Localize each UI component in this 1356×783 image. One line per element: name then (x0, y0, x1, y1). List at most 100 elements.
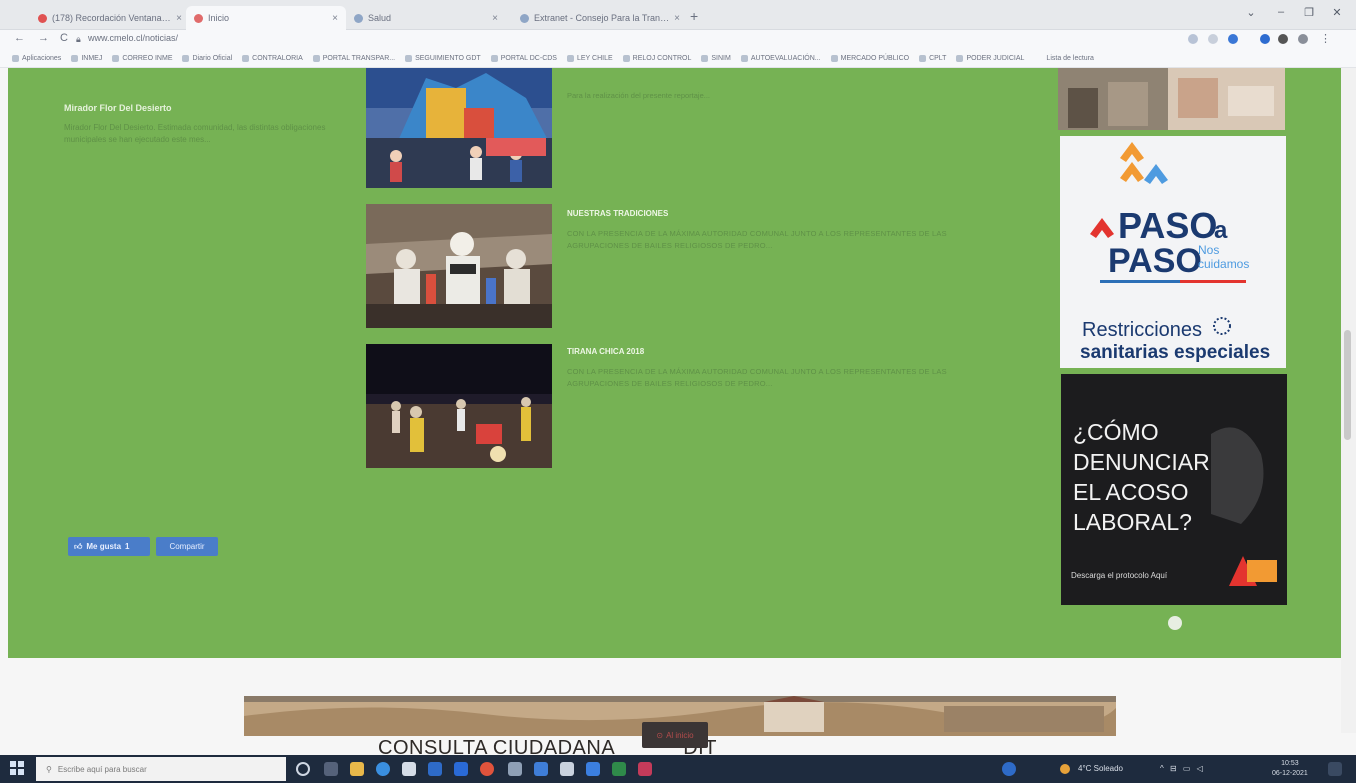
lock-icon: 🔒︎ (76, 34, 81, 44)
restricciones-line2: sanitarias especiales (1080, 342, 1270, 363)
reading-list-button[interactable]: Lista de lectura (1046, 55, 1093, 62)
bookmark-label: Diario Oficial (192, 55, 233, 62)
bookmark-item[interactable]: RELOJ CONTROL (622, 55, 691, 62)
bookmark-favicon-icon (956, 55, 964, 62)
excel-icon[interactable] (612, 762, 626, 776)
bookmark-item[interactable]: MERCADO PÚBLICO (830, 55, 909, 62)
browser-tab-active[interactable]: Inicio × (186, 6, 346, 30)
bookmark-favicon-icon (490, 55, 498, 62)
news-title[interactable]: NUESTRAS TRADICIONES (567, 209, 668, 218)
outlook-icon[interactable] (428, 762, 442, 776)
bookmark-favicon-icon (919, 55, 927, 62)
reload-icon[interactable]: C (60, 32, 68, 44)
forward-icon[interactable]: → (38, 32, 49, 44)
carousel-dot[interactable] (1168, 616, 1182, 630)
mail-icon[interactable] (402, 762, 416, 776)
facebook-share-button[interactable]: Compartir (156, 537, 218, 556)
bookmark-item[interactable]: PODER JUDICIAL (956, 55, 1024, 62)
banner-acoso-laboral[interactable]: ¿CÓMO DENUNCIAR EL ACOSO LABORAL? Descar… (1061, 374, 1287, 605)
globe-icon (354, 13, 363, 23)
bookmark-label: INMEJ (81, 55, 103, 62)
puzzle-icon[interactable] (1278, 34, 1288, 44)
browser-tab[interactable]: (178) Recordación Ventanal - YouTube × (30, 6, 190, 30)
word-icon[interactable] (534, 762, 548, 776)
paso-a: a (1214, 217, 1228, 244)
windows-start-icon[interactable] (10, 761, 24, 775)
news-title[interactable]: TIRANA CHICA 2018 (567, 347, 644, 356)
restricciones-line1: Restricciones (1082, 319, 1202, 341)
restore-icon[interactable]: ❐ (1294, 6, 1324, 19)
sidebar-text: Mirador Flor Del Desierto. Estimada comu… (64, 123, 326, 144)
notifications-icon[interactable] (1328, 762, 1342, 776)
bookmark-favicon-icon (701, 55, 709, 62)
tray-app-icon[interactable] (1002, 762, 1016, 776)
bookmark-item[interactable]: CORREO INME (112, 55, 172, 62)
extension-icon[interactable] (1188, 34, 1198, 44)
bookmark-item[interactable]: PORTAL TRANSPAR... (312, 55, 395, 62)
bookmark-label: AUTOEVALUACIÓN... (750, 55, 821, 62)
menu-icon[interactable]: ⋮ (1320, 32, 1331, 45)
tab-title: (178) Recordación Ventanal - YouTube (52, 13, 171, 23)
app-icon[interactable] (638, 762, 652, 776)
bookmark-item[interactable]: PORTAL DC-CDS (490, 55, 557, 62)
browser-tab[interactable]: Salud × (346, 6, 506, 30)
star-icon[interactable] (1228, 34, 1238, 44)
scrollbar-thumb[interactable] (1344, 330, 1351, 440)
taskbar-search[interactable]: ⚲ Escribe aquí para buscar (36, 757, 286, 781)
bookmark-item[interactable]: Aplicaciones (12, 55, 61, 62)
bookmark-item[interactable]: CONTRALORIA (242, 55, 303, 62)
cortana-icon[interactable] (296, 762, 310, 776)
bookmark-item[interactable]: AUTOEVALUACIÓN... (740, 55, 821, 62)
browser-tab[interactable]: Extranet - Consejo Para la Transparencia… (512, 6, 688, 30)
bookmark-favicon-icon (830, 55, 838, 62)
clock-date: 06-12-2021 (1272, 770, 1308, 777)
close-tab-icon[interactable]: × (332, 13, 338, 24)
chrome-icon[interactable] (480, 762, 494, 776)
extension-icon[interactable] (1208, 34, 1218, 44)
weather-text[interactable]: 4°C Soleado (1078, 764, 1123, 773)
bookmark-favicon-icon (566, 55, 574, 62)
search-placeholder: Escribe aquí para buscar (57, 764, 147, 774)
minimize-icon[interactable]: – (1266, 6, 1296, 18)
edge-icon[interactable] (376, 762, 390, 776)
back-to-top-button[interactable]: ⊙ Al inicio (642, 722, 708, 748)
news-thumbnail[interactable] (366, 344, 552, 468)
close-tab-icon[interactable]: × (492, 13, 498, 24)
close-tab-icon[interactable]: × (674, 13, 680, 24)
bookmark-item[interactable]: SINIM (701, 55, 731, 62)
calculator-icon[interactable] (560, 762, 574, 776)
facebook-like-button[interactable]: 👍︎ Me gusta 1 (68, 537, 150, 556)
close-window-icon[interactable]: ✕ (1322, 6, 1352, 19)
news-thumbnail[interactable] (366, 68, 552, 188)
back-icon[interactable]: ← (14, 32, 25, 44)
banner-paso-a-paso[interactable]: PASO a PASO Nos cuidamos Restricciones s… (1060, 136, 1286, 368)
phone-icon[interactable] (454, 762, 468, 776)
banner-photo[interactable] (1058, 68, 1285, 130)
bookmark-label: SINIM (711, 55, 731, 62)
close-tab-icon[interactable]: × (176, 13, 182, 24)
app-icon[interactable] (586, 762, 600, 776)
profile-icon[interactable] (1298, 34, 1308, 44)
new-tab-icon[interactable]: + (690, 8, 698, 24)
bookmark-label: LEY CHILE (576, 55, 613, 62)
sidebar-title[interactable]: Mirador Flor Del Desierto (64, 103, 172, 113)
bookmark-item[interactable]: Diario Oficial (182, 55, 232, 62)
bookmark-item[interactable]: INMEJ (71, 55, 102, 62)
store-icon[interactable] (350, 762, 364, 776)
globe-icon (520, 13, 529, 23)
bookmark-item[interactable]: SEGUIMIENTO GDT (405, 55, 481, 62)
url-field[interactable]: www.cmelo.cl/noticias/ (88, 33, 178, 43)
clock[interactable]: 10:53 06-12-2021 (1272, 759, 1308, 779)
bookmark-favicon-icon (312, 55, 320, 62)
extension-icon[interactable] (1260, 34, 1270, 44)
app-icon[interactable] (508, 762, 522, 776)
system-tray-icons[interactable]: ^ ⊟ ▭ ◁ (1160, 764, 1205, 773)
windows-taskbar: ⚲ Escribe aquí para buscar 4°C Soleado ^… (0, 755, 1356, 783)
news-excerpt: CON LA PRESENCIA DE LA MÁXIMA AUTORIDAD … (567, 229, 947, 250)
task-view-icon[interactable] (324, 762, 338, 776)
chevron-down-icon[interactable]: ⌄ (1236, 6, 1266, 19)
bookmark-item[interactable]: LEY CHILE (566, 55, 613, 62)
search-icon: ⚲ (46, 764, 52, 774)
bookmark-item[interactable]: CPLT (919, 55, 946, 62)
news-thumbnail[interactable] (366, 204, 552, 328)
